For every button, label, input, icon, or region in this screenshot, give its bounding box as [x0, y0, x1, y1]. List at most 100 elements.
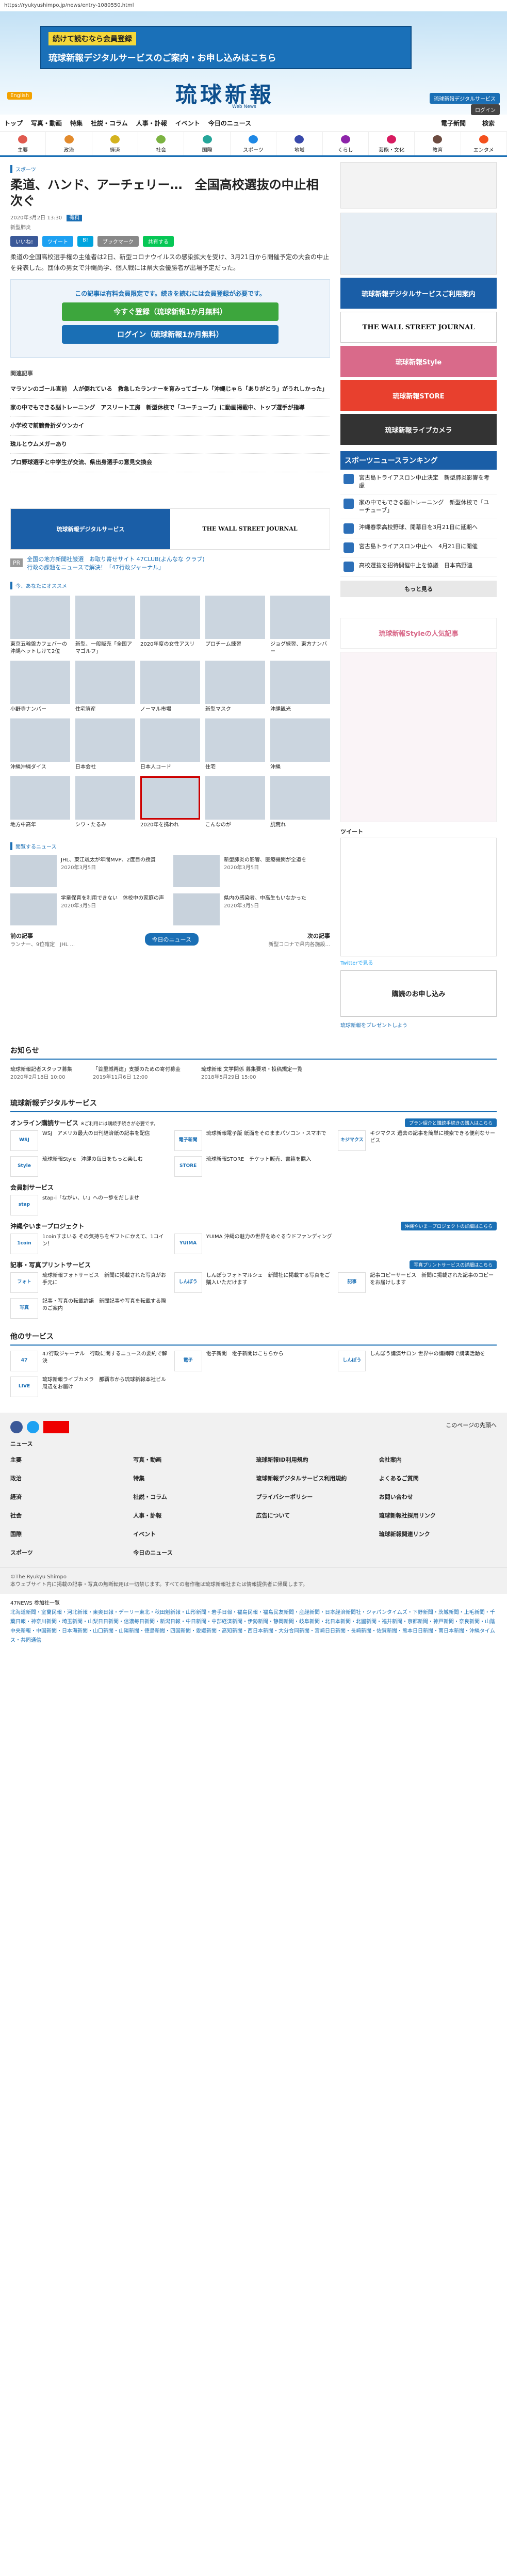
login-button[interactable]: ログイン — [471, 104, 500, 115]
subscribe-button[interactable]: 購読のお申し込み — [340, 970, 497, 1017]
footer-link[interactable]: 人事・訃報 — [133, 1509, 251, 1522]
digital-service-ad[interactable]: 琉球新報デジタルサービスご利用案内 — [340, 278, 497, 309]
gnav-top[interactable]: トップ — [4, 119, 23, 127]
livecam-ad[interactable]: 琉球新報ライブカメラ — [340, 414, 497, 445]
reco-card[interactable]: 住宅 — [205, 718, 265, 771]
cat-international[interactable]: 国際 — [184, 132, 231, 155]
page-top-link[interactable]: このページの先頭へ — [446, 1421, 497, 1433]
info-item[interactable]: 「首里城再建」支援のための寄付募金 2019年11月6日 12:00 — [93, 1065, 181, 1080]
twitter-icon[interactable] — [27, 1420, 39, 1433]
service-item[interactable]: stap stap-i「ながい、い」へのー歩をだしませ — [10, 1194, 169, 1215]
footer-link[interactable]: 国際 — [10, 1527, 128, 1541]
article-tag[interactable]: 新型肺炎 — [10, 223, 330, 231]
gnav-today[interactable]: 今日のニュース — [208, 119, 251, 127]
n47-list[interactable]: 北海道新聞・室蘭民報・河北新報・東奥日報・デーリー東北・秋田魁新報・山形新聞・岩… — [10, 1608, 497, 1645]
digital-service-button[interactable]: 琉球新報デジタルサービス — [430, 93, 500, 104]
service-item[interactable]: WSJ WSJ アメリカ最大の日刊経済紙の記事を配信 — [10, 1130, 169, 1151]
info-item[interactable]: 琉球新報記者スタッフ募集 2020年2月18日 10:00 — [10, 1065, 72, 1080]
ranking-item[interactable]: 高校選抜を招待開催中止を協議 日本高野連 — [340, 557, 497, 577]
today-news-button[interactable]: 今日のニュース — [144, 933, 199, 946]
paywall-login-button[interactable]: ログイン（琉球新報1か月無料） — [62, 325, 279, 344]
service-item[interactable]: Style 琉球新報Style 沖縄の毎日をもっと楽しむ — [10, 1156, 169, 1177]
style-ad[interactable]: 琉球新報Style — [340, 346, 497, 377]
reco-card[interactable]: こんなのが — [205, 776, 265, 829]
service-item[interactable]: 電子新聞 琉球新報電子版 紙面をそのままパソコン・スマホで — [174, 1130, 333, 1151]
hatena-button[interactable]: B! — [77, 236, 93, 247]
footer-link[interactable]: 琉球新報デジタルサービス利用規約 — [256, 1471, 374, 1485]
pr-sub[interactable]: 行政の課題をニュースで解決！「47行政ジャーナル」 — [27, 563, 204, 571]
footer-link[interactable]: イベント — [133, 1527, 251, 1541]
footer-link[interactable]: 社説・コラム — [133, 1490, 251, 1503]
english-link[interactable]: English — [7, 92, 32, 100]
footer-link[interactable]: 琉球新報関連リンク — [379, 1527, 497, 1541]
reco-card[interactable]: 肌荒れ — [270, 776, 330, 829]
footer-link[interactable]: 経済 — [10, 1490, 128, 1503]
reco-card[interactable]: プロチーム練習 — [205, 595, 265, 655]
footer-link[interactable]: 琉球新報社採用リンク — [379, 1509, 497, 1522]
youtube-icon[interactable] — [43, 1420, 69, 1433]
pr-text[interactable]: 全国の地方新聞社厳選 お取り寄せサイト 47CLUB(よんなな クラブ) — [27, 555, 204, 563]
store-ad[interactable]: 琉球新報STORE — [340, 380, 497, 411]
related-item[interactable]: 小学校で前腕骨折ダウンカイ — [10, 417, 330, 436]
cat-education[interactable]: 教育 — [415, 132, 461, 155]
gift-link[interactable]: 琉球新報をプレゼントしよう — [340, 1021, 497, 1029]
register-button[interactable]: 今すぐ登録（琉球新報1か月無料） — [62, 302, 279, 322]
cat-economy[interactable]: 経済 — [92, 132, 139, 155]
service-item[interactable]: しんぽう しんぽうフォトマルシェ 新聞社に掲載する写真をご購入いただけます — [174, 1272, 333, 1293]
reco-card[interactable]: 沖縄観光 — [270, 660, 330, 713]
footer-link[interactable]: 主要 — [10, 1453, 128, 1466]
info-item[interactable]: 琉球新報 文学関係 募集要項・投稿規定一覧 2018年5月29日 15:00 — [201, 1065, 302, 1080]
map-widget[interactable] — [340, 213, 497, 275]
footer-link[interactable]: 今日のニュース — [133, 1546, 251, 1559]
footer-link[interactable]: よくあるご質問 — [379, 1471, 497, 1485]
today-item[interactable]: 学童保育を利用できない 休校中の家庭の声 2020年3月5日 — [10, 893, 167, 925]
twitter-view-link[interactable]: Twitterで見る — [340, 958, 497, 966]
reco-card[interactable]: 東京五輪盤カフェバーの沖縄ヘットしけて2位 — [10, 595, 70, 655]
footer-link[interactable]: 広告について — [256, 1509, 374, 1522]
wsj-ad[interactable]: THE WALL STREET JOURNAL — [340, 312, 497, 343]
service-item[interactable]: LIVE 琉球新報ライブカメラ 那覇市から琉球新報本社ビル周辺をお届け — [10, 1376, 169, 1397]
service-item[interactable]: 47 47行政ジャーナル 行政に関するニュースの要約で解決 — [10, 1350, 169, 1371]
site-logo[interactable]: 琉球新報 — [175, 77, 274, 109]
today-item[interactable]: 新型肺炎の影響、医療機関が全道を 2020年3月5日 — [173, 855, 330, 887]
cat-entertainment[interactable]: エンタメ — [461, 132, 507, 155]
cat-culture[interactable]: 芸能・文化 — [369, 132, 415, 155]
gnav-personnel[interactable]: 人事・訃報 — [136, 119, 167, 127]
cat-sports[interactable]: スポーツ — [231, 132, 277, 155]
service-item[interactable]: STORE 琉球新報STORE チケット販売、書籍を購入 — [174, 1156, 333, 1177]
reco-card[interactable]: ジョグ練習、東方ナンバー — [270, 595, 330, 655]
reco-card[interactable]: 日本人コード — [140, 718, 200, 771]
ranking-item[interactable]: 家の中でもできる脳トレーニング 新型休校で「ユーチューブ」 — [340, 494, 497, 519]
next-article[interactable]: 次の記事 新型コロナで県内各施設... — [268, 932, 330, 948]
footer-link[interactable]: 琉球新報ID利用規約 — [256, 1453, 374, 1466]
reco-card[interactable]: 小野寺ナンバー — [10, 660, 70, 713]
ad-banner[interactable]: 琉球新報デジタルサービス THE WALL STREET JOURNAL — [10, 508, 330, 550]
sidebar-top-ad[interactable] — [340, 162, 497, 209]
okinawa-tag[interactable]: 沖縄やいまープロジェクトの詳細はこちら — [400, 1221, 497, 1230]
service-item[interactable]: しんぽう しんぽう講演サロン 世界中の講師陣で講演活動を — [338, 1350, 497, 1371]
facebook-icon[interactable] — [10, 1420, 23, 1433]
reco-card[interactable]: 日本会社 — [75, 718, 135, 771]
footer-link[interactable]: 会社案内 — [379, 1453, 497, 1466]
reco-card[interactable]: 2020年を携われ — [140, 776, 200, 829]
cat-politics[interactable]: 政治 — [46, 132, 92, 155]
footer-link[interactable]: 社会 — [10, 1509, 128, 1522]
reco-card[interactable]: 2020年度の女性アスリ — [140, 595, 200, 655]
reco-card[interactable]: 沖縄 — [270, 718, 330, 771]
online-tag[interactable]: プラン紹介と購読手続きの購入はこちら — [404, 1118, 497, 1127]
reco-card[interactable]: 地方中高年 — [10, 776, 70, 829]
gnav-column[interactable]: 社説・コラム — [91, 119, 128, 127]
cat-life[interactable]: くらし — [323, 132, 369, 155]
search-icon[interactable]: 検索 — [482, 119, 495, 127]
footer-link[interactable]: スポーツ — [10, 1546, 128, 1559]
service-item[interactable]: 記事 記事コピーサービス 新聞に掲載された記事のコピーをお届けします — [338, 1272, 497, 1293]
reco-card[interactable]: 沖縄沖縄ダイス — [10, 718, 70, 771]
reco-card[interactable]: 新型、一般販売「全国アマゴルフ」 — [75, 595, 135, 655]
reco-card[interactable]: 住宅資産 — [75, 660, 135, 713]
today-item[interactable]: 県内の感染者、中高生もいなかった 2020年3月5日 — [173, 893, 330, 925]
service-item[interactable]: キジマクス キジマクス 過去の記事を簡単に検索できる便利なサービス — [338, 1130, 497, 1151]
ranking-item[interactable]: 沖縄春季高校野球、開幕日を3月21日に延期へ — [340, 519, 497, 538]
reco-card[interactable]: ノーマル市場 — [140, 660, 200, 713]
line-share-button[interactable]: 共有する — [142, 236, 174, 247]
related-item[interactable]: 家の中でもできる脳トレーニング アスリート工房 新型休校で「ユーチューブ」に動画… — [10, 399, 330, 418]
